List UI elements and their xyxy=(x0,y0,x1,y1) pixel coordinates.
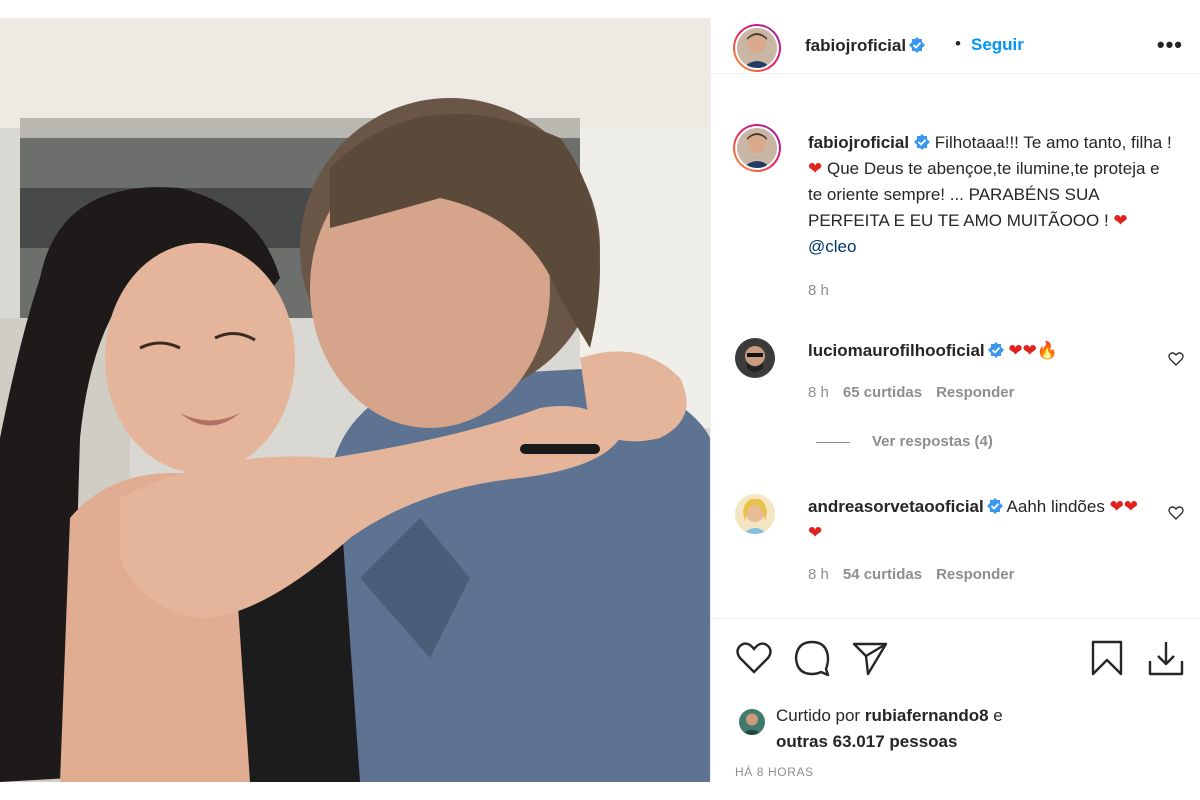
comment-icon[interactable] xyxy=(793,639,831,677)
comment-likes[interactable]: 65 curtidas xyxy=(843,384,922,401)
avatar-image xyxy=(735,338,775,378)
likes-summary: Curtido por rubiafernando8 e outras 63.0… xyxy=(776,703,1003,755)
caption-avatar[interactable] xyxy=(737,128,777,168)
commenter-avatar[interactable] xyxy=(735,338,775,378)
comment-time[interactable]: 8 h xyxy=(808,566,829,583)
bookmark-icon[interactable] xyxy=(1088,639,1126,677)
comment-meta: 8 h 54 curtidas Responder xyxy=(808,562,1148,588)
comment-text: Aahh lindões xyxy=(1002,497,1110,516)
heart-emoji: ❤ xyxy=(808,159,823,178)
mention-link[interactable]: @cleo xyxy=(808,237,856,256)
caption-avatar-ring[interactable] xyxy=(733,124,781,172)
comment-like-icon[interactable] xyxy=(1168,505,1184,521)
liker-username[interactable]: rubiafernando8 xyxy=(865,706,989,725)
avatar-image xyxy=(737,28,777,68)
avatar-image xyxy=(739,709,765,735)
verified-badge-icon xyxy=(986,498,1003,514)
avatar[interactable] xyxy=(737,28,777,68)
likes-others-button[interactable]: outras 63.017 pessoas xyxy=(776,732,957,751)
post-side-panel: fabiojroficial • Seguir ••• fabiojrofici… xyxy=(710,18,1200,782)
likes-prefix: Curtido por xyxy=(776,706,865,725)
reply-button[interactable]: Responder xyxy=(936,384,1014,401)
more-options-icon[interactable]: ••• xyxy=(1157,32,1183,58)
post-photo[interactable] xyxy=(0,18,710,782)
comment-item: andreasorvetaooficial Aahh lindões ❤❤❤ 8… xyxy=(808,494,1148,588)
post-caption: fabiojroficial Filhotaaa!!! Te amo tanto… xyxy=(808,130,1178,304)
comment-username[interactable]: luciomaurofilhooficial xyxy=(808,341,985,360)
liker-avatar[interactable] xyxy=(737,707,767,737)
reply-button[interactable]: Responder xyxy=(936,566,1014,583)
avatar-image xyxy=(735,494,775,534)
paper-plane-icon[interactable] xyxy=(851,639,889,677)
header-separator: • xyxy=(955,34,961,53)
post-header: fabiojroficial • Seguir ••• xyxy=(711,18,1200,74)
author-username-text[interactable]: fabiojroficial xyxy=(805,36,906,55)
comment-likes[interactable]: 54 curtidas xyxy=(843,566,922,583)
comment-meta: 8 h 65 curtidas Responder xyxy=(808,380,1148,406)
caption-time[interactable]: 8 h xyxy=(808,278,1178,304)
heart-icon[interactable] xyxy=(735,639,773,677)
heart-emoji: ❤ xyxy=(1113,211,1128,230)
view-replies-label[interactable]: Ver respostas (4) xyxy=(872,433,993,450)
verified-badge-icon xyxy=(987,342,1004,358)
commenter-avatar[interactable] xyxy=(735,494,775,534)
download-icon[interactable] xyxy=(1147,639,1185,677)
story-ring[interactable] xyxy=(733,24,781,72)
author-username[interactable]: fabiojroficial xyxy=(805,36,926,56)
follow-button[interactable]: Seguir xyxy=(971,35,1024,55)
comment-item: luciomaurofilhooficial ❤❤🔥 8 h 65 curtida… xyxy=(808,338,1148,406)
post-timestamp[interactable]: HÁ 8 HORAS xyxy=(735,765,814,779)
comment-emoji: ❤❤🔥 xyxy=(1008,341,1059,360)
likes-middle: e xyxy=(988,706,1003,725)
comment-like-icon[interactable] xyxy=(1168,351,1184,367)
comment-username[interactable]: andreasorvetaooficial xyxy=(808,497,984,516)
verified-badge-icon xyxy=(914,134,931,150)
post-image xyxy=(0,18,710,782)
post-actions: Curtido por rubiafernando8 e outras 63.0… xyxy=(711,618,1200,782)
caption-username[interactable]: fabiojroficial xyxy=(808,133,909,152)
comment-time[interactable]: 8 h xyxy=(808,384,829,401)
caption-text-1: Filhotaaa!!! Te amo tanto, filha ! xyxy=(930,133,1172,152)
caption-text-2: Que Deus te abençoe,te ilumine,te protej… xyxy=(808,159,1160,230)
avatar-image xyxy=(737,128,777,168)
verified-badge-icon xyxy=(909,37,926,53)
view-replies-button[interactable]: Ver respostas (4) xyxy=(816,433,993,450)
replies-divider xyxy=(816,441,850,443)
